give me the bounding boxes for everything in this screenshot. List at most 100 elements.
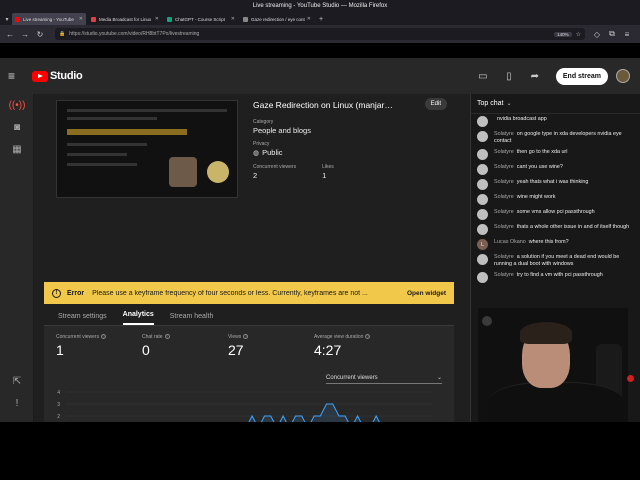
- chart-data-point[interactable]: [301, 415, 303, 417]
- category-value: People and blogs: [253, 126, 311, 135]
- close-tab-icon[interactable]: ✕: [79, 16, 83, 22]
- chat-text: thats a whole other issue in and of itse…: [516, 224, 630, 230]
- chart-data-point[interactable]: [344, 415, 346, 417]
- chat-avatar[interactable]: [477, 224, 488, 235]
- stream-preview[interactable]: [56, 100, 238, 198]
- close-tab-icon[interactable]: ✕: [231, 16, 235, 22]
- chat-author[interactable]: Solatyre: [494, 224, 514, 230]
- chat-avatar[interactable]: [477, 254, 488, 265]
- close-tab-icon[interactable]: ✕: [155, 16, 159, 22]
- chat-message[interactable]: Solatyre some vms allow pci passthrough: [477, 209, 637, 220]
- chart-metric-dropdown[interactable]: Concurrent viewers ⌄: [326, 372, 442, 384]
- url-bar[interactable]: 🔒 https://studio.youtube.com/video/RH8bt…: [55, 28, 585, 40]
- chart-data-point[interactable]: [295, 415, 296, 417]
- chat-avatar[interactable]: L: [477, 239, 488, 250]
- camera-icon[interactable]: ◙: [0, 116, 34, 138]
- share-icon[interactable]: ➦: [528, 69, 542, 83]
- chart-data-point[interactable]: [251, 415, 253, 417]
- chat-message[interactable]: Solatyre yeah thats what i was thinking: [477, 179, 637, 190]
- hamburger-menu-icon[interactable]: ≡: [8, 69, 28, 83]
- calendar-icon[interactable]: ▦: [0, 138, 34, 160]
- chart-data-point[interactable]: [264, 415, 265, 417]
- chat-avatar[interactable]: [477, 194, 488, 205]
- help-icon[interactable]: ?: [101, 334, 107, 339]
- chat-message[interactable]: nvidia broadcast app: [477, 116, 637, 127]
- live-stream-icon[interactable]: ((•)): [0, 94, 34, 116]
- chat-avatar[interactable]: [477, 131, 488, 142]
- chat-message[interactable]: Solatyre cant you use wine?: [477, 164, 637, 175]
- browser-tab-label: Live streaming - YouTube: [23, 16, 74, 22]
- browser-tab-gaze-redirection[interactable]: Gaze redirection / eye cont ✕: [240, 13, 314, 25]
- bookmark-star-icon[interactable]: ☆: [576, 31, 581, 38]
- extensions-icon[interactable]: ⧉: [606, 28, 618, 40]
- chat-message[interactable]: Solatyre then go to the xda url: [477, 149, 637, 160]
- chart-data-point[interactable]: [332, 403, 334, 405]
- tab-stream-settings[interactable]: Stream settings: [58, 313, 107, 325]
- chat-avatar[interactable]: [477, 209, 488, 220]
- dashboard-icon[interactable]: ▭: [476, 69, 490, 83]
- chart-data-point[interactable]: [282, 415, 284, 417]
- chat-avatar[interactable]: [477, 164, 488, 175]
- account-avatar[interactable]: [616, 69, 630, 83]
- help-icon[interactable]: ?: [243, 334, 249, 339]
- error-label: Error: [67, 289, 85, 297]
- chat-avatar[interactable]: [477, 272, 488, 283]
- chat-author[interactable]: Solatyre: [494, 209, 514, 215]
- youtube-favicon-icon: [15, 16, 20, 22]
- close-tab-icon[interactable]: ✕: [307, 16, 311, 22]
- chat-author[interactable]: Lucas Okano: [494, 239, 526, 245]
- help-icon[interactable]: ?: [164, 334, 170, 339]
- chart-data-point[interactable]: [357, 415, 358, 417]
- chat-author[interactable]: Solatyre: [494, 194, 514, 200]
- pocket-icon[interactable]: ◇: [591, 28, 603, 40]
- stream-main-panel: Gaze Redirection on Linux (manjaro... Ed…: [44, 94, 454, 422]
- chat-message[interactable]: Solatyre wine might work: [477, 194, 637, 205]
- chat-author[interactable]: Solatyre: [494, 131, 514, 137]
- open-external-icon[interactable]: ⇱: [0, 370, 34, 392]
- chart-data-point[interactable]: [375, 415, 377, 417]
- feedback-icon[interactable]: !: [0, 392, 34, 414]
- chat-message[interactable]: Solatyre a solution if you meet a dead en…: [477, 254, 637, 268]
- bookmark-icon[interactable]: ▯: [502, 69, 516, 83]
- browser-tab-media-broadcast[interactable]: Media Broadcast for Linux ✕: [88, 13, 162, 25]
- new-tab-icon[interactable]: +: [316, 13, 326, 25]
- chat-message[interactable]: Solatyre try to find a vm with pci passth…: [477, 272, 637, 283]
- studio-wordmark: Studio: [50, 70, 83, 82]
- menu-icon[interactable]: ≡: [621, 28, 633, 40]
- chat-avatar[interactable]: [477, 179, 488, 190]
- chart-data-point[interactable]: [338, 415, 340, 417]
- chat-message[interactable]: Solatyre on google type in xda developers…: [477, 131, 637, 145]
- chat-mode-selector[interactable]: Top chat ⌄: [471, 94, 640, 114]
- chat-message-body: Solatyre try to find a vm with pci passth…: [494, 272, 603, 279]
- back-icon[interactable]: ←: [4, 28, 16, 40]
- chat-avatar[interactable]: [477, 149, 488, 160]
- list-all-tabs-icon[interactable]: ▾: [2, 13, 12, 25]
- chart-y-tick-label: 3: [57, 402, 60, 408]
- chart-data-point[interactable]: [326, 403, 327, 405]
- chat-message[interactable]: Solatyre thats a whole other issue in and…: [477, 224, 637, 235]
- window-title: Live streaming - YouTube Studio — Mozill…: [252, 2, 388, 9]
- browser-tab-chatgpt[interactable]: ChatGPT - Course Script ✕: [164, 13, 238, 25]
- tab-analytics[interactable]: Analytics: [122, 311, 154, 325]
- chat-author[interactable]: Solatyre: [494, 149, 514, 155]
- chart-data-point[interactable]: [319, 415, 321, 417]
- forward-icon[interactable]: →: [19, 28, 31, 40]
- chat-avatar[interactable]: [477, 116, 488, 127]
- zoom-level[interactable]: 140%: [554, 31, 572, 37]
- chat-message[interactable]: L Lucas Okano where this from?: [477, 239, 637, 250]
- chat-author[interactable]: Solatyre: [494, 164, 514, 170]
- tab-stream-health[interactable]: Stream health: [170, 313, 214, 325]
- chat-author[interactable]: Solatyre: [494, 179, 514, 185]
- edit-button[interactable]: Edit: [424, 98, 447, 110]
- metric-value: 0: [142, 342, 150, 358]
- studio-logo[interactable]: Studio: [32, 70, 83, 82]
- chart-data-point[interactable]: [270, 415, 272, 417]
- open-widget-button[interactable]: Open widget: [407, 290, 446, 297]
- browser-tab-live-streaming[interactable]: Live streaming - YouTube ✕: [12, 13, 86, 25]
- help-icon[interactable]: ?: [365, 334, 371, 339]
- reload-icon[interactable]: ↻: [34, 28, 46, 40]
- end-stream-button[interactable]: End stream: [555, 67, 608, 85]
- chat-author[interactable]: Solatyre: [494, 254, 514, 260]
- chart-data-point[interactable]: [313, 415, 315, 417]
- chat-author[interactable]: Solatyre: [494, 272, 514, 278]
